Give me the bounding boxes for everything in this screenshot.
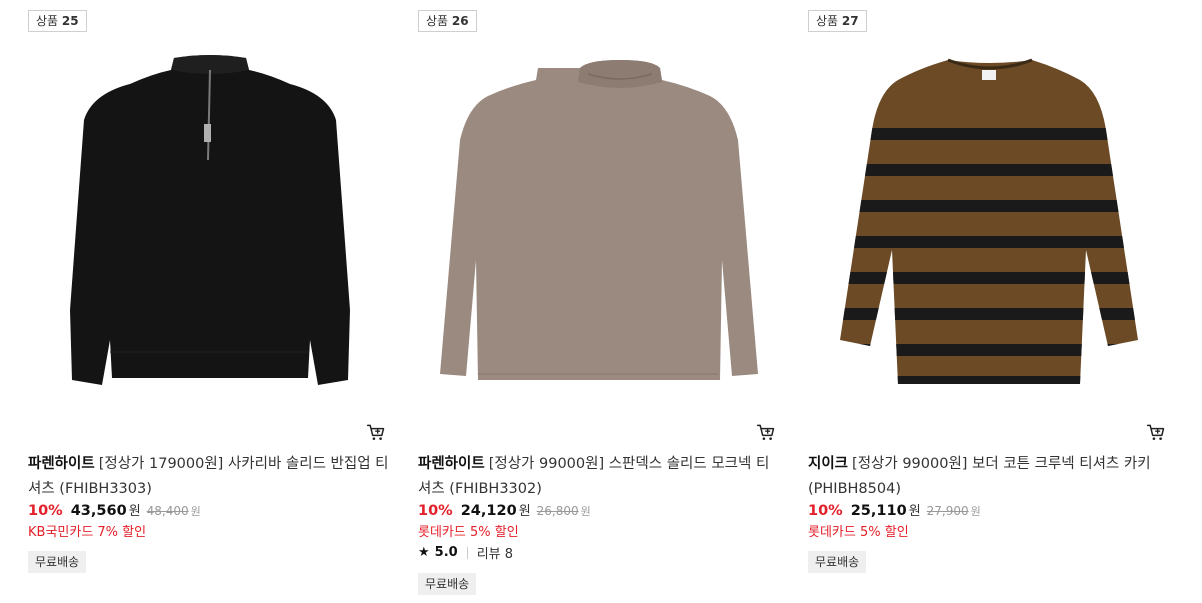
- price-row: 10% 25,110 원 27,900 원: [808, 500, 981, 519]
- currency-unit: 원: [128, 504, 141, 519]
- original-price: 48,400: [146, 504, 189, 518]
- badge-label: 상품: [426, 14, 449, 28]
- product-title[interactable]: 지이크 [정상가 99000원] 보더 코튼 크루넥 티셔츠 카키 (PHIBH8…: [808, 452, 1170, 502]
- original-price: 27,900: [926, 504, 969, 518]
- product-title[interactable]: 파렌하이트 [정상가 179000원] 사카리바 솔리드 반집업 티셔츠 (FHI…: [28, 452, 390, 502]
- badge-label: 상품: [816, 14, 839, 28]
- rating-row: ★ 5.0 리뷰 8: [418, 543, 513, 562]
- original-currency-unit: 원: [580, 505, 591, 518]
- add-to-cart-icon[interactable]: [756, 422, 776, 442]
- card-discount-benefit: KB국민카드 7% 할인: [28, 525, 147, 540]
- free-shipping-tag: 무료배송: [28, 551, 87, 573]
- brand-name: 파렌하이트: [418, 456, 485, 472]
- divider: [466, 546, 468, 559]
- badge-number: 26: [451, 14, 469, 28]
- free-shipping-tag: 무료배송: [418, 573, 477, 595]
- add-to-cart-icon[interactable]: [1146, 422, 1166, 442]
- sale-price: 25,110: [850, 503, 907, 519]
- product-number-badge: 상품 27: [808, 10, 867, 32]
- add-to-cart-icon[interactable]: [366, 422, 386, 442]
- original-currency-unit: 원: [970, 505, 981, 518]
- product-card[interactable]: 상품 26 파렌하이트 [정상가 99000원] 스판덱스 솔리드 모크넥 티셔츠…: [418, 0, 788, 603]
- taupe-mockneck-tshirt-image[interactable]: [418, 40, 780, 410]
- product-grid: 상품 25 파렌하이트 [정상가 179000원] 사카리바 솔리드 반집업 티셔…: [0, 0, 1202, 603]
- product-card[interactable]: 상품 25 파렌하이트 [정상가 179000원] 사카리바 솔리드 반집업 티셔…: [28, 0, 398, 603]
- original-currency-unit: 원: [190, 505, 201, 518]
- product-number-badge: 상품 25: [28, 10, 87, 32]
- black-half-zip-sweater-image[interactable]: [28, 40, 390, 410]
- rating-score: 5.0: [434, 545, 458, 560]
- discount-rate: 10%: [28, 503, 63, 519]
- sale-price: 24,120: [460, 503, 517, 519]
- badge-number: 25: [61, 14, 79, 28]
- currency-unit: 원: [908, 504, 921, 519]
- brand-name: 지이크: [808, 456, 849, 472]
- currency-unit: 원: [518, 504, 531, 519]
- discount-rate: 10%: [418, 503, 453, 519]
- striped-crewneck-tshirt-image[interactable]: [808, 40, 1170, 410]
- discount-rate: 10%: [808, 503, 843, 519]
- original-price: 26,800: [536, 504, 579, 518]
- star-icon: ★: [418, 545, 430, 560]
- badge-label: 상품: [36, 14, 59, 28]
- sale-price: 43,560: [70, 503, 127, 519]
- product-number-badge: 상품 26: [418, 10, 477, 32]
- product-title[interactable]: 파렌하이트 [정상가 99000원] 스판덱스 솔리드 모크넥 티셔츠 (FHIB…: [418, 452, 780, 502]
- product-name: [정상가 99000원] 보더 코튼 크루넥 티셔츠 카키 (PHIBH8504…: [808, 456, 1151, 497]
- product-card[interactable]: 상품 27 지이크 [정상가 99000원] 보더 코튼 크루넥 티셔츠 카키 …: [808, 0, 1178, 603]
- brand-name: 파렌하이트: [28, 456, 95, 472]
- free-shipping-tag: 무료배송: [808, 551, 867, 573]
- price-row: 10% 24,120 원 26,800 원: [418, 500, 591, 519]
- review-count[interactable]: 리뷰 8: [477, 543, 513, 562]
- badge-number: 27: [841, 14, 859, 28]
- card-discount-benefit: 롯데카드 5% 할인: [808, 525, 909, 540]
- card-discount-benefit: 롯데카드 5% 할인: [418, 525, 519, 540]
- price-row: 10% 43,560 원 48,400 원: [28, 500, 201, 519]
